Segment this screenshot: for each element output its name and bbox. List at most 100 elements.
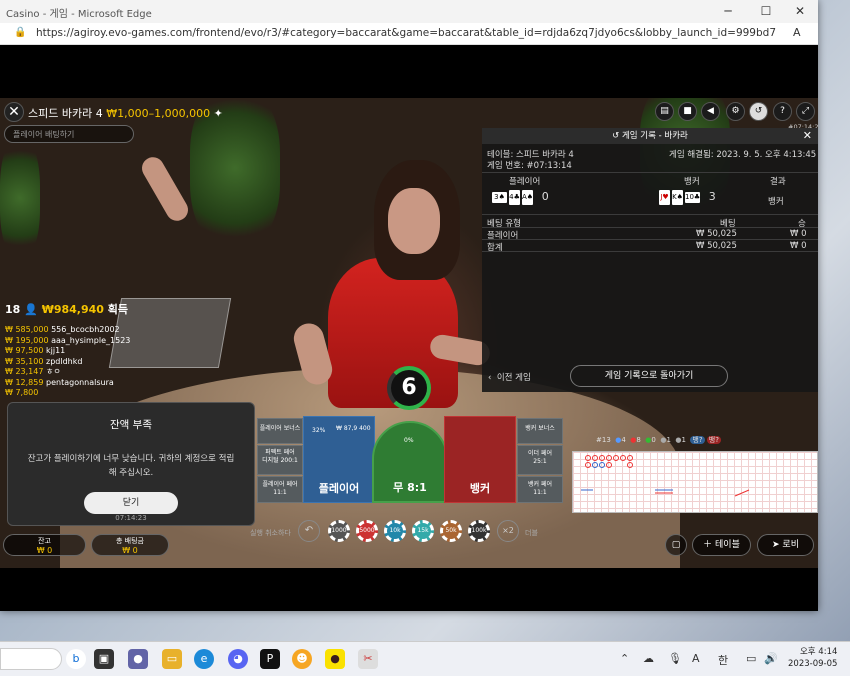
card: K♠ — [672, 190, 683, 205]
bing-icon[interactable]: b — [66, 649, 86, 669]
player-bonus-bet[interactable]: 플레이어 보너스 — [257, 418, 303, 444]
clock[interactable]: 오후 4:14 2023-09-05 — [788, 646, 837, 670]
chip-15k[interactable]: 15k — [412, 520, 434, 542]
winner-amount: ₩ 12,859 — [5, 377, 44, 387]
chip-5000[interactable]: 5000 — [356, 520, 378, 542]
winner-row: ₩ 7,800 — [5, 388, 130, 399]
chip-10k[interactable]: 10k — [384, 520, 406, 542]
either-pair-odds: 25:1 — [533, 457, 547, 465]
fullscreen-icon[interactable]: ⤢ — [796, 102, 815, 121]
perfect-pair-bet[interactable]: 퍼펙트 페어 디지털 200:1 — [257, 445, 303, 475]
dialog-message: 잔고가 플레이하기에 너무 낮습니다. 귀하의 계정으로 적립해 주십시오. — [27, 454, 235, 478]
player-pair-bet[interactable]: 플레이어 페어 11:1 — [257, 476, 303, 503]
chip-50k[interactable]: 50k — [440, 520, 462, 542]
game-name: 스피드 바카라 4 — [28, 107, 103, 120]
chat-icon[interactable]: ▤ — [655, 102, 674, 121]
stat-tie: 0 — [651, 436, 656, 444]
maximize-icon[interactable]: ☐ — [756, 3, 776, 19]
star-icon[interactable]: ✦ — [214, 107, 223, 120]
help-icon[interactable]: ? — [773, 102, 792, 121]
microphone-icon[interactable]: 🎙 — [668, 652, 682, 665]
tie-bet[interactable]: 0% 무 8:1 — [372, 421, 448, 503]
search-box[interactable] — [0, 648, 62, 670]
undo-icon[interactable]: ↶ — [298, 520, 320, 542]
task-view-icon[interactable]: ▣ — [94, 649, 114, 669]
banker-bonus-bet[interactable]: 뱅커 보너스 — [517, 418, 563, 444]
stat-banker: 8 — [636, 436, 641, 444]
divider — [482, 251, 818, 252]
total-bet-value: ₩ 0 — [122, 546, 138, 555]
url-text[interactable]: https://agiroy.evo-games.com/frontend/ev… — [36, 27, 776, 39]
bet-limits: ₩1,000–1,000,000 — [106, 107, 211, 120]
road-map[interactable] — [572, 451, 818, 513]
settings-icon[interactable]: ⚙ — [726, 102, 745, 121]
winner-amount: ₩ 97,500 — [5, 346, 44, 355]
sound-icon[interactable]: ◀ — [701, 102, 720, 121]
player-pair-odds: 11:1 — [273, 488, 287, 496]
browser-window: Casino - 게임 - Microsoft Edge ─ ☐ ✕ 🔒 htt… — [0, 0, 818, 611]
banker-bet[interactable]: 뱅커 — [444, 416, 516, 503]
chip-1000[interactable]: 1000 — [328, 520, 350, 542]
dialog-close-button[interactable]: 닫기 — [84, 492, 178, 514]
folder-icon[interactable]: ▭ — [162, 649, 182, 669]
banker-pair-bet[interactable]: 뱅커 페어 11:1 — [517, 476, 563, 503]
table-button[interactable]: ＋ 테이블 — [692, 534, 751, 556]
font-icon[interactable]: A — [692, 652, 700, 665]
lobby-button[interactable]: ➤ 로비 — [757, 534, 814, 556]
volume-icon[interactable]: 🔊 — [764, 652, 778, 665]
history-title: 게임 기록 - 바카라 — [621, 131, 688, 141]
clock-time: 오후 4:14 — [799, 647, 838, 657]
player-pair-label: 플레이어 페어 — [262, 481, 298, 488]
video-icon[interactable]: ■ — [678, 102, 697, 121]
kakaotalk-icon[interactable]: ● — [325, 649, 345, 669]
read-aloud-icon[interactable]: A — [793, 26, 801, 39]
back-to-history-button[interactable]: 게임 기록으로 돌아가기 — [570, 365, 728, 387]
tie-percent: 0% — [404, 437, 414, 444]
undo-label: 실행 취소하다 — [250, 529, 291, 537]
cloud-icon[interactable]: ☁ — [643, 652, 654, 665]
player-bet[interactable]: 32% ₩ 87,9 400 플레이어 — [303, 416, 375, 503]
clock-date: 2023-09-05 — [788, 659, 838, 669]
close-game-button[interactable]: ✕ — [4, 102, 24, 122]
app-icon[interactable]: ☻ — [292, 649, 312, 669]
dealer-face — [388, 188, 440, 254]
history-header: ↺ 게임 기록 - 바카라 ✕ — [482, 128, 818, 144]
teams-icon[interactable]: ● — [128, 649, 148, 669]
chat-input[interactable]: 플레이어 배팅하기 — [4, 125, 134, 143]
previous-game-button[interactable]: ‹ 이전 게임 — [488, 371, 531, 383]
banker-score: 3 — [708, 190, 716, 203]
language-indicator[interactable]: 한 — [718, 652, 728, 668]
close-history-icon[interactable]: ✕ — [803, 128, 812, 144]
either-pair-bet[interactable]: 이더 페어 25:1 — [517, 445, 563, 475]
stat-predict-banker[interactable]: 뱅? — [706, 436, 721, 444]
winner-row: ₩ 97,500 kjj11 — [5, 346, 130, 357]
discord-icon[interactable]: ◕ — [228, 649, 248, 669]
player-cards: 3♠ 4♣ A♠ 0 — [492, 190, 549, 205]
game-number: 게임 번호: #07:13:14 — [487, 161, 572, 171]
double-button[interactable]: ×2 — [497, 520, 519, 542]
close-window-icon[interactable]: ✕ — [790, 3, 810, 19]
chevron-up-icon[interactable]: ⌃ — [620, 652, 629, 665]
stat-predict-player[interactable]: 뱅? — [690, 436, 705, 444]
address-bar[interactable]: 🔒 https://agiroy.evo-games.com/frontend/… — [0, 23, 818, 45]
minimize-icon[interactable]: ─ — [718, 3, 738, 19]
perfect-pair-label: 퍼펙트 페어 — [265, 449, 295, 456]
stat-ppair: 1 — [666, 436, 671, 444]
plus-icon: ＋ — [703, 540, 713, 550]
chip-100k[interactable]: 100k — [468, 520, 490, 542]
insufficient-balance-dialog: 잔액 부족 잔고가 플레이하기에 너무 낮습니다. 귀하의 계정으로 적립해 주… — [7, 402, 255, 526]
snipping-tool-icon[interactable]: ✂ — [358, 649, 378, 669]
edge-icon[interactable]: e — [194, 649, 214, 669]
settled-time: 게임 해결됨: 2023. 9. 5. 오후 4:13:45 — [669, 150, 817, 160]
history-icon[interactable]: ↺ — [749, 102, 768, 121]
app-icon[interactable]: P — [260, 649, 280, 669]
chat-bubble-icon[interactable]: ▢ — [665, 534, 687, 556]
bet-row-win: ₩ 0 — [790, 229, 807, 239]
winner-row: ₩ 195,000 aaa_hysimple_1523 — [5, 336, 130, 347]
monitor-icon[interactable]: ▭ — [746, 652, 756, 665]
winners-count: 18 — [5, 303, 21, 316]
history-icon: ↺ — [612, 131, 620, 141]
game-area: ✕ 스피드 바카라 4 ₩1,000–1,000,000 ✦ 플레이어 배팅하기… — [0, 98, 818, 568]
dialog-time: 07:14:23 — [115, 514, 147, 522]
divider — [482, 214, 818, 215]
